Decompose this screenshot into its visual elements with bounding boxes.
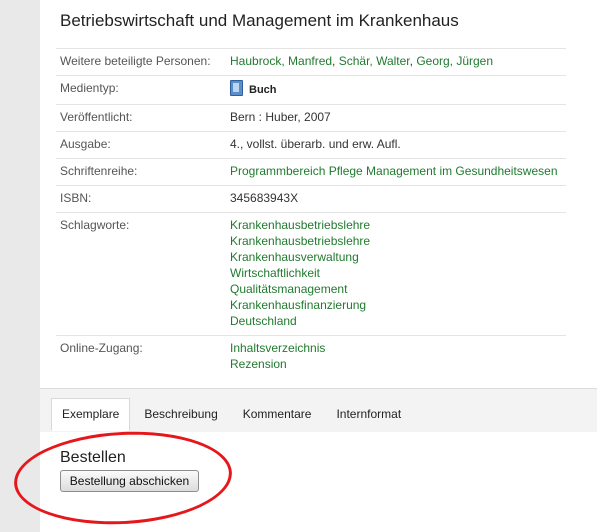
row-edition: Ausgabe: 4., vollst. überarb. und erw. A…: [56, 131, 566, 159]
separator: ,: [332, 54, 339, 68]
person-link[interactable]: Haubrock, Manfred: [230, 54, 332, 68]
tab-exemplare[interactable]: Exemplare: [51, 398, 131, 431]
published-label: Veröffentlicht:: [56, 104, 226, 132]
keyword-link[interactable]: Wirtschaftlichkeit: [230, 265, 562, 281]
keyword-link[interactable]: Krankenhausbetriebslehre: [230, 233, 562, 249]
isbn-value: 345683943X: [226, 185, 566, 213]
edition-label: Ausgabe:: [56, 131, 226, 159]
submit-order-button[interactable]: Bestellung abschicken: [60, 470, 199, 492]
media-type-text: Buch: [249, 84, 277, 96]
media-type-label: Medientyp:: [56, 75, 226, 105]
media-type-value: Buch: [226, 75, 566, 105]
person-link[interactable]: Georg, Jürgen: [416, 54, 493, 68]
tab-beschreibung[interactable]: Beschreibung: [133, 398, 228, 431]
keywords-label: Schlagworte:: [56, 212, 226, 336]
series-label: Schriftenreihe:: [56, 158, 226, 186]
online-access-label: Online-Zugang:: [56, 335, 226, 378]
row-keywords: Schlagworte: Krankenhausbetriebslehre Kr…: [56, 212, 566, 336]
book-icon: [230, 80, 243, 96]
published-value: Bern : Huber, 2007: [226, 104, 566, 132]
keyword-link[interactable]: Krankenhausverwaltung: [230, 249, 562, 265]
isbn-label: ISBN:: [56, 185, 226, 213]
row-media-type: Medientyp: Buch: [56, 75, 566, 105]
record-title: Betriebswirtschaft und Management im Kra…: [60, 11, 459, 30]
row-online-access: Online-Zugang: Inhaltsverzeichnis Rezens…: [56, 335, 566, 378]
keyword-link[interactable]: Krankenhausfinanzierung: [230, 297, 562, 313]
keywords-value: Krankenhausbetriebslehre Krankenhausbetr…: [226, 212, 566, 336]
order-heading: Bestellen: [60, 449, 126, 466]
toc-link[interactable]: Inhaltsverzeichnis: [230, 340, 562, 356]
record-details-table: Weitere beteiligte Personen: Haubrock, M…: [56, 48, 566, 378]
row-series: Schriftenreihe: Programmbereich Pflege M…: [56, 158, 566, 186]
keyword-link[interactable]: Qualitätsmanagement: [230, 281, 562, 297]
left-gutter: [0, 0, 40, 532]
persons-value: Haubrock, Manfred, Schär, Walter, Georg,…: [226, 48, 566, 76]
review-link[interactable]: Rezension: [230, 356, 562, 372]
tab-internformat[interactable]: Internformat: [325, 398, 412, 431]
tabs: Exemplare Beschreibung Kommentare Intern…: [51, 398, 415, 431]
edition-value: 4., vollst. überarb. und erw. Aufl.: [226, 131, 566, 159]
tab-kommentare[interactable]: Kommentare: [232, 398, 323, 431]
keyword-link[interactable]: Deutschland: [230, 313, 562, 329]
series-value: Programmbereich Pflege Management im Ges…: [226, 158, 566, 186]
row-persons: Weitere beteiligte Personen: Haubrock, M…: [56, 48, 566, 76]
series-link[interactable]: Programmbereich Pflege Management im Ges…: [230, 163, 562, 179]
row-published: Veröffentlicht: Bern : Huber, 2007: [56, 104, 566, 132]
online-access-value: Inhaltsverzeichnis Rezension: [226, 335, 566, 378]
row-isbn: ISBN: 345683943X: [56, 185, 566, 213]
persons-label: Weitere beteiligte Personen:: [56, 48, 226, 76]
keyword-link[interactable]: Krankenhausbetriebslehre: [230, 217, 562, 233]
person-link[interactable]: Schär, Walter: [339, 54, 410, 68]
